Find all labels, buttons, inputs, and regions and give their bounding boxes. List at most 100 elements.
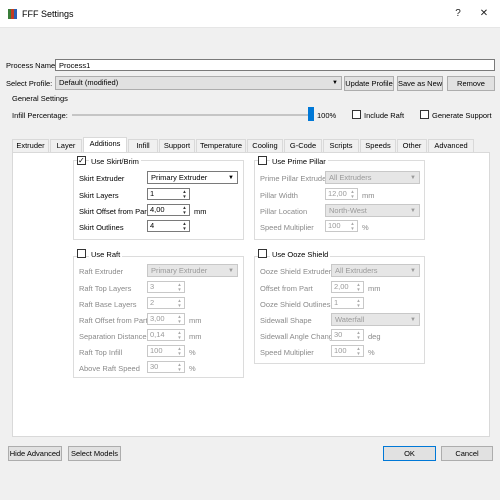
prime-extruder-dropdown[interactable]: All Extruders ▼ — [325, 171, 420, 184]
raft-extruder-dropdown[interactable]: Primary Extruder ▼ — [147, 264, 238, 277]
tab-other[interactable]: Other — [397, 139, 427, 152]
include-raft-checkbox[interactable] — [352, 110, 361, 119]
chevron-down-icon: ▼ — [410, 175, 416, 181]
use-skirt-checkbox[interactable] — [77, 156, 86, 165]
raft-offset-unit: mm — [189, 316, 202, 325]
tab-layer[interactable]: Layer — [50, 139, 82, 152]
sidewall-angle-label: Sidewall Angle Change — [260, 332, 338, 341]
skirt-extruder-label: Skirt Extruder — [79, 174, 125, 183]
tab-scripts[interactable]: Scripts — [323, 139, 359, 152]
chevron-down-icon: ▼ — [228, 268, 234, 274]
spin-arrows-icon[interactable]: ▲ ▼ — [176, 346, 183, 356]
tab-temperature[interactable]: Temperature — [196, 139, 246, 152]
ok-button[interactable]: OK — [383, 446, 436, 461]
tab-extruder[interactable]: Extruder — [12, 139, 49, 152]
infill-percentage-label: Infill Percentage: — [12, 111, 68, 120]
use-ooze-shield-checkbox[interactable] — [258, 249, 267, 258]
cancel-button[interactable]: Cancel — [441, 446, 493, 461]
pillar-width-spinbox[interactable]: 12,00 ▲ ▼ — [325, 188, 358, 200]
spin-arrows-icon[interactable]: ▲ ▼ — [349, 189, 356, 199]
sidewall-angle-spinbox[interactable]: 30 ▲ ▼ — [331, 329, 364, 341]
spin-arrows-icon[interactable]: ▲ ▼ — [355, 330, 362, 340]
prime-speed-value: 100 — [328, 221, 341, 230]
tab-gcode[interactable]: G-Code — [284, 139, 322, 152]
pillar-location-dropdown[interactable]: North-West ▼ — [325, 204, 420, 217]
chevron-down-icon: ▼ — [410, 268, 416, 274]
skirt-extruder-dropdown[interactable]: Primary Extruder ▼ — [147, 171, 238, 184]
separation-distance-label: Separation Distance — [79, 332, 147, 341]
close-button[interactable]: ✕ — [474, 6, 494, 22]
spin-arrows-icon[interactable]: ▲ ▼ — [176, 314, 183, 324]
process-name-input[interactable]: Process1 — [55, 59, 495, 71]
spin-arrows-icon[interactable]: ▲ ▼ — [349, 221, 356, 231]
save-as-new-button[interactable]: Save as New — [397, 76, 443, 91]
ooze-outlines-value: 1 — [334, 298, 339, 307]
sidewall-shape-dropdown[interactable]: Waterfall ▼ — [331, 313, 420, 326]
raft-top-infill-spinbox[interactable]: 100 ▲ ▼ — [147, 345, 185, 357]
spin-arrows-icon[interactable]: ▲ ▼ — [181, 205, 188, 215]
ooze-outlines-spinbox[interactable]: 1 ▲ ▼ — [331, 297, 364, 309]
skirt-offset-spinbox[interactable]: 4,00 ▲ ▼ — [147, 204, 190, 216]
infill-slider-handle[interactable] — [308, 107, 314, 121]
spin-arrows-icon[interactable]: ▲ ▼ — [355, 298, 362, 308]
spin-arrows-icon[interactable]: ▲ ▼ — [176, 282, 183, 292]
raft-offset-spinbox[interactable]: 3,00 ▲ ▼ — [147, 313, 185, 325]
spin-arrows-icon[interactable]: ▲ ▼ — [355, 282, 362, 292]
above-raft-speed-spinbox[interactable]: 30 ▲ ▼ — [147, 361, 185, 373]
tab-support[interactable]: Support — [159, 139, 195, 152]
chevron-down-icon: ▼ — [332, 80, 338, 86]
chevron-down-icon: ▼ — [410, 317, 416, 323]
chevron-down-icon: ▼ — [410, 208, 416, 214]
skirt-layers-value: 1 — [150, 189, 155, 198]
spin-arrows-icon[interactable]: ▲ ▼ — [176, 330, 183, 340]
update-profile-button[interactable]: Update Profile — [344, 76, 394, 91]
separation-distance-value: 0,14 — [150, 330, 165, 339]
spin-arrows-icon[interactable]: ▲ ▼ — [176, 362, 183, 372]
sidewall-angle-value: 30 — [334, 330, 343, 339]
hide-advanced-button[interactable]: Hide Advanced — [8, 446, 62, 461]
ooze-outlines-label: Ooze Shield Outlines — [260, 300, 331, 309]
raft-extruder-value: Primary Extruder — [151, 266, 208, 275]
use-prime-pillar-checkbox[interactable] — [258, 156, 267, 165]
spin-arrows-icon[interactable]: ▲ ▼ — [181, 221, 188, 231]
spin-arrows-icon[interactable]: ▲ ▼ — [355, 346, 362, 356]
tab-infill[interactable]: Infill — [128, 139, 158, 152]
tab-additions[interactable]: Additions — [83, 137, 127, 153]
use-raft-checkbox[interactable] — [77, 249, 86, 258]
generate-support-checkbox[interactable] — [420, 110, 429, 119]
sidewall-shape-value: Waterfall — [335, 315, 365, 324]
skirt-layers-label: Skirt Layers — [79, 191, 119, 200]
raft-top-label: Raft Top Layers — [79, 284, 132, 293]
skirt-extruder-value: Primary Extruder — [151, 173, 208, 182]
skirt-layers-spinbox[interactable]: 1 ▲ ▼ — [147, 188, 190, 200]
infill-percentage-value: 100% — [317, 111, 337, 120]
raft-base-value: 2 — [150, 298, 155, 307]
process-name-label: Process Name: — [6, 61, 58, 70]
skirt-outlines-spinbox[interactable]: 4 ▲ ▼ — [147, 220, 190, 232]
tab-cooling[interactable]: Cooling — [247, 139, 283, 152]
ooze-offset-spinbox[interactable]: 2,00 ▲ ▼ — [331, 281, 364, 293]
help-button[interactable]: ? — [448, 6, 468, 22]
tab-advanced[interactable]: Advanced — [428, 139, 474, 152]
ooze-extruder-dropdown[interactable]: All Extruders ▼ — [331, 264, 420, 277]
ooze-speed-spinbox[interactable]: 100 ▲ ▼ — [331, 345, 364, 357]
pillar-location-label: Pillar Location — [260, 207, 308, 216]
pillar-width-label: Pillar Width — [260, 191, 298, 200]
skirt-outlines-value: 4 — [150, 221, 155, 230]
sidewall-shape-label: Sidewall Shape — [260, 316, 312, 325]
pillar-width-value: 12,00 — [328, 189, 347, 198]
raft-base-label: Raft Base Layers — [79, 300, 137, 309]
remove-button[interactable]: Remove — [447, 76, 495, 91]
raft-top-spinbox[interactable]: 3 ▲ ▼ — [147, 281, 185, 293]
raft-base-spinbox[interactable]: 2 ▲ ▼ — [147, 297, 185, 309]
infill-slider-track[interactable] — [72, 114, 312, 116]
tab-speeds[interactable]: Speeds — [360, 139, 396, 152]
spin-arrows-icon[interactable]: ▲ ▼ — [181, 189, 188, 199]
use-ooze-shield-label: Use Ooze Shield — [270, 250, 331, 259]
profile-dropdown[interactable]: Default (modified) ▼ — [55, 76, 342, 90]
prime-speed-spinbox[interactable]: 100 ▲ ▼ — [325, 220, 358, 232]
separation-distance-spinbox[interactable]: 0,14 ▲ ▼ — [147, 329, 185, 341]
select-models-button[interactable]: Select Models — [68, 446, 121, 461]
spin-arrows-icon[interactable]: ▲ ▼ — [176, 298, 183, 308]
prime-speed-label: Speed Multiplier — [260, 223, 314, 232]
